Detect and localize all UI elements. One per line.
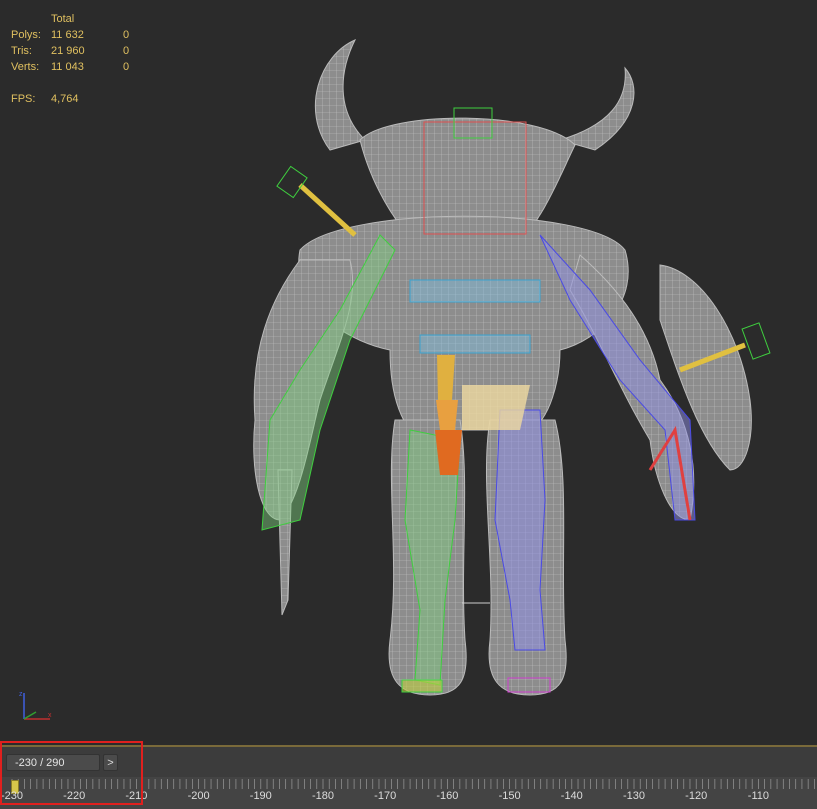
- stats-selected-value: 0: [123, 45, 130, 57]
- stats-row-fps: FPS: 4,764: [11, 91, 153, 107]
- timeline-tick-label: -150: [498, 790, 521, 802]
- viewport-statistics: Total Polys: 11 632 0 Tris: 21 960 0 Ver…: [11, 11, 153, 107]
- perspective-viewport[interactable]: Total Polys: 11 632 0 Tris: 21 960 0 Ver…: [0, 0, 817, 745]
- timeline-tick-label: -110: [747, 790, 769, 802]
- stats-label: Tris:: [11, 45, 32, 57]
- axis-gizmo-icon: z x: [19, 691, 52, 720]
- stats-selected-value: 0: [123, 61, 130, 73]
- svg-text:z: z: [19, 691, 23, 698]
- stats-label: Verts:: [11, 61, 40, 73]
- stats-row-tris: Tris: 21 960 0: [11, 43, 153, 59]
- fps-label: FPS:: [11, 93, 36, 105]
- timeline-tick-label: -190: [249, 790, 272, 802]
- stats-label: Polys:: [11, 29, 41, 41]
- timeline-tick-label: -200: [187, 790, 210, 802]
- stats-row-polys: Polys: 11 632 0: [11, 27, 153, 43]
- stats-total-value: 11 043: [51, 61, 84, 73]
- fps-value: 4,764: [51, 93, 79, 105]
- timeline-tick-label: -130: [622, 790, 646, 802]
- stats-total-header: Total: [51, 13, 75, 25]
- character-wireframe-model: [253, 39, 771, 696]
- timeline-tick-label: -170: [374, 790, 397, 802]
- stats-selected-value: 0: [123, 29, 130, 41]
- stats-total-value: 11 632: [51, 29, 84, 41]
- svg-text:x: x: [48, 712, 52, 719]
- stats-total-value: 21 960: [51, 45, 85, 57]
- timeline-tick-label: -180: [311, 790, 335, 802]
- stats-row-verts: Verts: 11 043 0: [11, 59, 153, 75]
- timeline-tick-label: -160: [436, 790, 459, 802]
- timeline-tick-label: -140: [560, 790, 583, 802]
- red-highlight-box: [0, 741, 143, 805]
- timeline-tick-label: -120: [685, 790, 708, 802]
